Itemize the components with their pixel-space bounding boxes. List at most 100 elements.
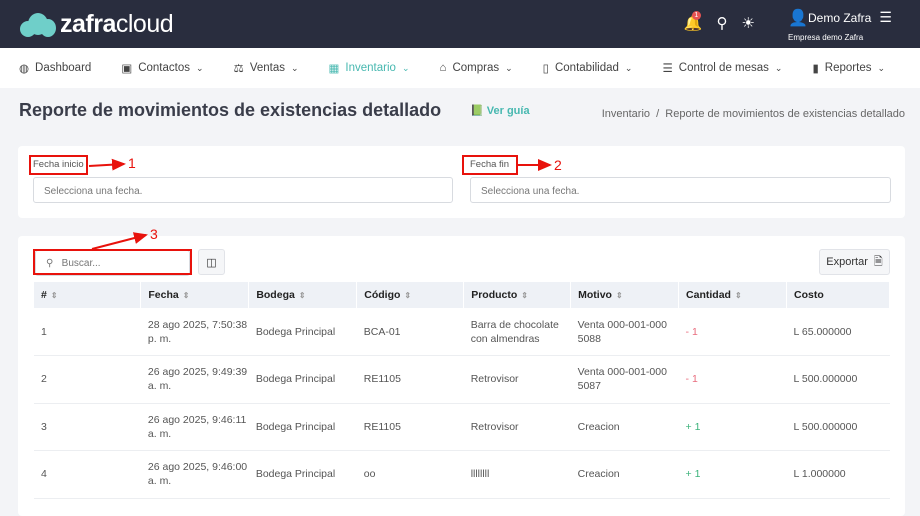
sort-icon[interactable]: ⇕	[521, 291, 528, 300]
sun-icon[interactable]: ☀	[742, 14, 755, 32]
column-header[interactable]: Costo	[786, 282, 891, 308]
table-cell: Bodega Principal	[248, 450, 357, 499]
column-header[interactable]: Fecha ⇕	[140, 282, 250, 308]
search-icon[interactable]: ⚲	[717, 14, 728, 32]
header-label: Cantidad	[686, 289, 731, 301]
header-label: Producto	[471, 289, 518, 301]
cloud-logo-icon	[20, 12, 56, 37]
logo[interactable]: zafracloud	[20, 10, 174, 39]
table-cell: Retrovisor	[463, 403, 571, 451]
nav-item-compras[interactable]: ⌂ Compras ⌄	[439, 62, 512, 74]
calculator-icon: ▯	[542, 63, 549, 75]
nav-item-inventario[interactable]: ▦ Inventario ⌄	[329, 61, 410, 75]
sort-icon[interactable]: ⇕	[51, 291, 58, 300]
user-name: Demo Zafra	[808, 11, 872, 25]
nav-item-contabilidad[interactable]: ▯ Contabilidad ⌄	[543, 61, 633, 75]
table-cell: 1	[34, 308, 141, 356]
header-label: #	[41, 289, 47, 301]
user-icon: 👤	[788, 10, 808, 27]
column-header[interactable]: Producto ⇕	[463, 282, 572, 308]
sort-icon[interactable]: ⇕	[616, 291, 623, 300]
nav-item-reportes[interactable]: ▮ Reportes ⌄	[812, 61, 885, 75]
table-row: 2 26 ago 2025, 9:49:39 a. m. Bodega Princi…	[34, 355, 890, 404]
nav-label: Ventas	[249, 62, 285, 74]
table-cell: + 1	[678, 403, 787, 451]
table-cell: 3	[34, 403, 141, 451]
breadcrumb-current: Reporte de movimientos de existencias de…	[665, 108, 905, 120]
header-label: Costo	[793, 289, 824, 301]
sort-icon[interactable]: ⇕	[735, 291, 742, 300]
table-cell: Bodega Principal	[248, 355, 357, 404]
nav-label: Dashboard	[35, 62, 92, 74]
company-name: Empresa demo Zafra	[788, 33, 864, 42]
table-cell: L 65.000000	[786, 308, 890, 356]
table-row: 4 26 ago 2025, 9:46:00 a. m. Bodega Princi…	[34, 450, 890, 499]
annotation-number-3: 3	[150, 226, 158, 242]
guide-link[interactable]: 📗 Ver guía	[470, 104, 530, 117]
table-cell: 26 ago 2025, 9:46:00 a. m.	[140, 450, 249, 499]
table-cell: llllllll	[463, 450, 571, 499]
annotation-number-2: 2	[554, 157, 562, 173]
table-cell: Barra de chocolate con almendras	[463, 308, 571, 356]
table-cell: 2	[34, 355, 141, 404]
start-date-input[interactable]: Selecciona una fecha.	[33, 177, 453, 203]
table-row: 1 28 ago 2025, 7:50:38 p. m. Bodega Princi…	[34, 308, 890, 356]
table-cell: Bodega Principal	[248, 403, 357, 451]
annotation-box-1	[29, 155, 88, 175]
columns-toggle-button[interactable]: ◫	[198, 249, 225, 275]
table-row: 3 26 ago 2025, 9:46:11 a. m. Bodega Princi…	[34, 403, 890, 451]
table-cell: Venta 000-001-000 5087	[570, 355, 679, 404]
annotation-box-2	[462, 155, 518, 175]
table-cell: Creacion	[570, 403, 679, 451]
table-cell: L 500.000000	[786, 403, 890, 451]
table-cell: 26 ago 2025, 9:46:11 a. m.	[140, 403, 249, 451]
table-cell: 28 ago 2025, 7:50:38 p. m.	[140, 308, 249, 356]
table-cell: RE1105	[356, 403, 464, 451]
header-label: Motivo	[578, 289, 612, 301]
chevron-down-icon: ⌄	[291, 62, 299, 73]
hamburger-icon[interactable]: ☰	[879, 9, 892, 25]
header-label: Bodega	[256, 289, 295, 301]
table-cell: - 1	[678, 308, 787, 356]
top-bar: zafracloud 🔔 1 ⚲ ☀ 👤 Demo Zafra ☰ Empresa d…	[0, 0, 920, 48]
sort-icon[interactable]: ⇕	[404, 291, 411, 300]
nav-item-ventas[interactable]: ⚖ Ventas ⌄	[234, 61, 299, 75]
columns-icon: ◫	[206, 256, 217, 269]
header-label: Código	[364, 289, 401, 301]
column-header[interactable]: Código ⇕	[356, 282, 465, 308]
page-title: Reporte de movimientos de existencias de…	[19, 100, 442, 120]
table-cell: oo	[356, 450, 464, 499]
book-icon: 📗	[470, 105, 484, 117]
sort-icon[interactable]: ⇕	[299, 291, 306, 300]
breadcrumb-inventario[interactable]: Inventario	[602, 108, 650, 120]
table-cell: BCA-01	[356, 308, 464, 356]
user-menu[interactable]: 👤 Demo Zafra ☰ Empresa demo Zafra	[788, 9, 892, 42]
sales-icon: ⚖	[233, 63, 244, 75]
nav-item-dashboard[interactable]: ◍ Dashboard	[19, 61, 91, 75]
nav-label: Inventario	[345, 62, 396, 74]
column-header[interactable]: Cantidad ⇕	[678, 282, 787, 308]
table-cell: Venta 000-001-000 5088	[570, 308, 679, 356]
table-cell: 4	[34, 450, 141, 499]
end-date-input[interactable]: Selecciona una fecha.	[470, 177, 891, 203]
sort-icon[interactable]: ⇕	[183, 291, 190, 300]
export-button[interactable]: Exportar 🗎	[819, 249, 890, 275]
file-export-icon: 🗎	[873, 255, 883, 268]
nav-label: Reportes	[824, 62, 872, 74]
store-icon: ⌂	[439, 62, 447, 74]
chart-icon: ▮	[812, 63, 819, 75]
nav-item-contactos[interactable]: ▣ Contactos ⌄	[121, 61, 203, 75]
column-header[interactable]: Motivo ⇕	[570, 282, 680, 308]
brand-light: cloud	[115, 10, 174, 38]
chevron-down-icon: ⌄	[877, 62, 886, 73]
table-cell: L 500.000000	[786, 355, 890, 404]
column-header[interactable]: Bodega ⇕	[248, 282, 358, 308]
bell-icon[interactable]: 🔔 1	[684, 11, 703, 32]
table-cell: RE1105	[356, 355, 464, 404]
column-header[interactable]: # ⇕	[34, 282, 142, 308]
table-cell: - 1	[678, 355, 787, 404]
nav-item-control-de-mesas[interactable]: ☰ Control de mesas ⌄	[662, 61, 782, 75]
table-cell: Bodega Principal	[248, 308, 357, 356]
table-cell: Creacion	[570, 450, 679, 499]
dashboard-icon: ◍	[19, 63, 30, 75]
